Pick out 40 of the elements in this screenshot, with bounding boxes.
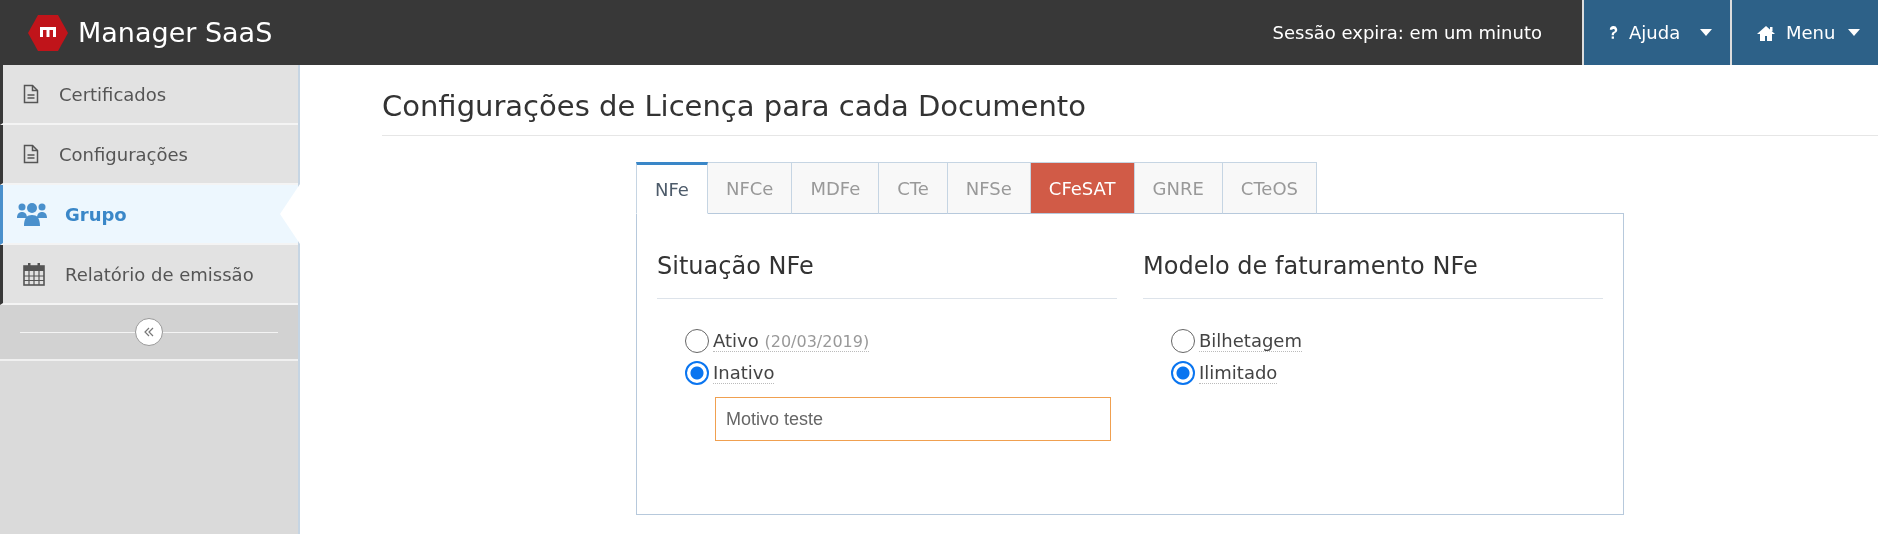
caret-icon xyxy=(1700,29,1712,36)
help-icon xyxy=(1608,25,1619,40)
session-text: Sessão expira: em um minuto xyxy=(1272,22,1542,43)
page-title: Configurações de Licença para cada Documento xyxy=(382,89,1878,136)
app-name: Manager SaaS xyxy=(78,17,273,48)
calendar-icon xyxy=(23,262,45,286)
help-button[interactable]: Ajuda xyxy=(1584,0,1732,65)
tab[interactable]: GNRE xyxy=(1134,162,1223,214)
sidebar-item[interactable]: Grupo xyxy=(0,185,298,245)
tab[interactable]: NFe xyxy=(636,162,708,214)
radio-button[interactable] xyxy=(685,361,709,385)
section-title: Situação NFe xyxy=(657,252,1117,299)
radio-button[interactable] xyxy=(1171,361,1195,385)
section-title: Modelo de faturamento NFe xyxy=(1143,252,1603,299)
double-chevron-icon xyxy=(143,326,155,338)
sidebar-item[interactable]: Configurações xyxy=(0,125,298,185)
option-label: Ilimitado xyxy=(1199,362,1278,384)
group-icon xyxy=(17,202,47,226)
tab[interactable]: NFCe xyxy=(707,162,793,214)
option-label: Inativo xyxy=(713,362,775,384)
option-label: Ativo (20/03/2019) xyxy=(713,330,870,352)
option-label: Bilhetagem xyxy=(1199,330,1302,352)
sidebar-item[interactable]: Relatório de emissão xyxy=(0,245,298,305)
tab[interactable]: CTe xyxy=(879,162,948,214)
collapse-button[interactable] xyxy=(135,318,163,346)
document-icon xyxy=(23,144,39,164)
tab[interactable]: CFeSAT xyxy=(1030,162,1135,214)
radio-button[interactable] xyxy=(1171,329,1195,353)
menu-button[interactable]: Menu xyxy=(1732,0,1878,65)
tab[interactable]: NFSe xyxy=(947,162,1031,214)
tab[interactable]: MDFe xyxy=(792,162,880,214)
radio-button[interactable] xyxy=(685,329,709,353)
caret-icon xyxy=(1848,29,1860,36)
sidebar-item[interactable]: Certificados xyxy=(0,65,298,125)
document-icon xyxy=(23,84,39,104)
tab[interactable]: CTeOS xyxy=(1222,162,1317,214)
home-icon xyxy=(1756,24,1776,41)
date-note: (20/03/2019) xyxy=(764,332,870,351)
logo-icon xyxy=(28,14,68,51)
reason-input-field[interactable]: Motivo teste xyxy=(715,397,1111,441)
